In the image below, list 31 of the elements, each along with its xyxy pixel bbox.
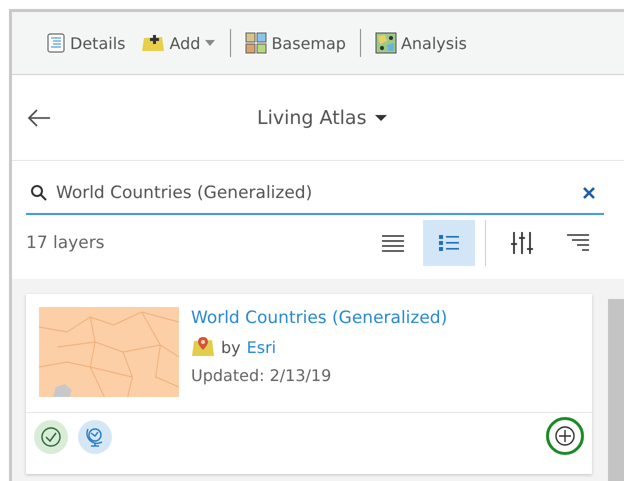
search-icon [30,184,48,202]
toolbar-button[interactable]: Basemap [241,30,350,56]
toolbar-button[interactable]: Details [42,31,130,55]
source-dropdown[interactable]: Living Atlas [257,106,388,128]
search-field[interactable]: World Countries (Generalized) [56,183,578,203]
toolbar-button[interactable]: Add [137,31,220,55]
sort-icon [566,232,590,254]
close-icon [582,186,596,200]
bulleted-list-icon [438,233,460,253]
sliders-icon [510,230,534,256]
layer-title-link[interactable]: World Countries (Generalized) [191,308,448,328]
updated-date: Updated: 2/13/19 [191,366,332,385]
toolbar-button[interactable]: Analysis [370,30,471,56]
map-pin-icon [191,336,215,358]
back-button[interactable] [26,108,52,128]
layer-count: 17 layers [26,233,105,253]
caret-icon [374,114,388,122]
view-toggle[interactable] [423,220,475,266]
scrollbar[interactable] [608,299,624,481]
basemap-icon [245,32,268,54]
byline-text: by [221,338,241,356]
owner-link[interactable]: Esri [246,338,276,356]
plus-circle-icon [553,424,577,448]
list-icon [381,233,405,253]
add-layer-button[interactable] [546,417,584,455]
add-layer-icon [141,33,166,53]
document-icon [46,33,66,53]
authoritative-badge [34,420,68,454]
analysis-map-icon [374,32,397,54]
globe-badge [78,420,112,454]
back-arrow-icon [26,108,52,128]
